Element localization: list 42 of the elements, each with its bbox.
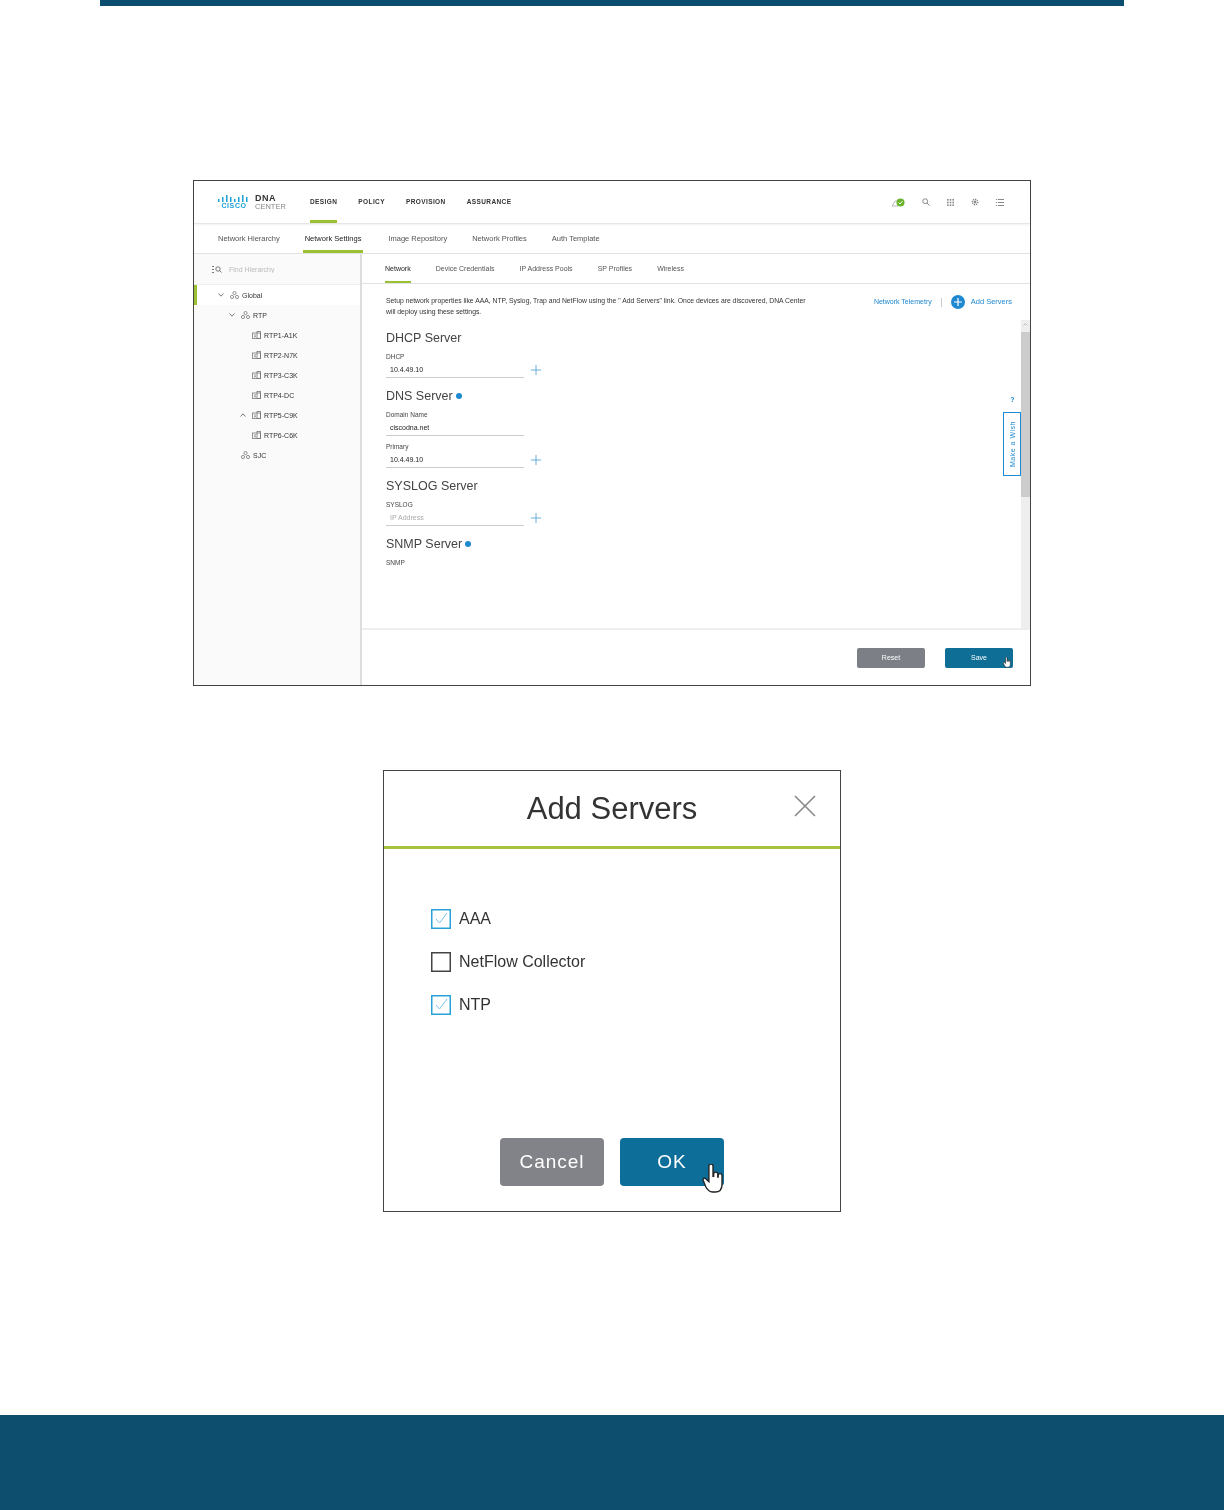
- add-icon[interactable]: [531, 364, 541, 375]
- building-icon: [252, 411, 261, 419]
- checkbox[interactable]: [431, 909, 451, 929]
- building-icon: [252, 431, 261, 439]
- site-icon: [241, 451, 250, 459]
- chevron-down-icon[interactable]: [229, 313, 235, 317]
- building-icon: [252, 331, 261, 339]
- dialog-title: Add Servers: [526, 790, 698, 827]
- section-title: SYSLOG Server: [386, 479, 478, 493]
- section-title: SNMP Server: [386, 537, 463, 551]
- settings-icon[interactable]: [971, 198, 979, 206]
- close-icon[interactable]: [794, 795, 816, 817]
- logo-bars-icon: [218, 194, 250, 202]
- apps-grid-icon[interactable]: [947, 198, 954, 206]
- option-label[interactable]: NetFlow Collector: [459, 953, 586, 971]
- list-icon[interactable]: [996, 198, 1004, 206]
- section-title: DNS Server: [386, 389, 453, 403]
- site-icon: [241, 311, 250, 319]
- chevron-down-icon[interactable]: [218, 293, 224, 297]
- building-icon: [252, 371, 261, 379]
- building-icon: [252, 391, 261, 399]
- scrollbar[interactable]: [1021, 320, 1030, 628]
- checkbox[interactable]: [431, 952, 451, 972]
- add-icon[interactable]: [531, 454, 541, 465]
- add-circle-icon[interactable]: [950, 295, 965, 309]
- search-icon: [212, 265, 222, 273]
- chevron-up-icon[interactable]: [240, 413, 246, 417]
- building-icon: [252, 351, 261, 359]
- search-icon[interactable]: [922, 198, 930, 206]
- option-label[interactable]: NTP: [459, 996, 491, 1014]
- cancel-button[interactable]: Cancel: [500, 1138, 604, 1186]
- site-icon: [230, 291, 239, 299]
- ok-button[interactable]: OK: [620, 1138, 724, 1186]
- section-title: DHCP Server: [386, 331, 462, 345]
- info-icon[interactable]: [455, 393, 462, 399]
- cloud-status-icon[interactable]: [891, 197, 905, 207]
- info-icon[interactable]: [465, 541, 472, 547]
- add-icon[interactable]: [531, 512, 541, 523]
- option-label[interactable]: AAA: [459, 910, 491, 928]
- scrollbar-thumb[interactable]: [1021, 332, 1030, 497]
- checkbox[interactable]: [431, 995, 451, 1015]
- product-name: DNA: [255, 193, 277, 203]
